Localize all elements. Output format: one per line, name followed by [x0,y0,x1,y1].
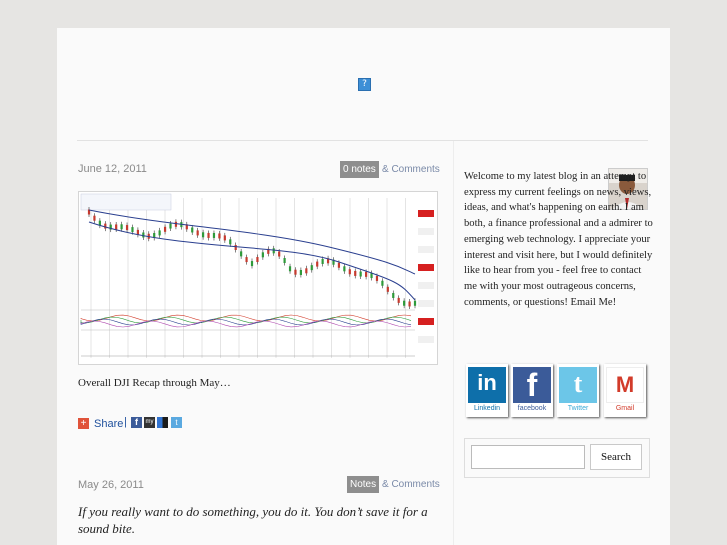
social-label: Twitter [567,405,589,412]
linkedin-icon: in [468,367,506,403]
chart-candle [163,226,167,232]
chart-candle [223,235,226,241]
author-bio: Welcome to my latest blog in an attempt … [464,169,654,310]
chart-candle [218,233,221,239]
chart-candle [131,227,134,233]
chart-candle [250,261,254,267]
myspace-share-icon[interactable]: my [144,417,155,428]
chart-candle [245,257,248,263]
chart-candle [142,232,145,238]
chart-candle [413,300,417,306]
share-plus-icon[interactable]: + [78,418,89,429]
chart-candle [381,280,384,286]
search-input[interactable] [471,445,585,469]
search-button[interactable]: Search [590,444,642,470]
chart-candle [104,223,107,229]
chart-price-tag [418,282,434,289]
chart-candle [202,232,205,238]
chart-candle [316,261,319,267]
chart-legend-box [80,193,172,211]
chart-candle [283,257,286,263]
chart-candle [115,224,118,230]
twitter-icon: t [559,367,597,403]
chart-candle [337,262,341,268]
chart-candle [359,271,362,277]
facebook-share-icon[interactable]: f [131,417,142,428]
gmail-badge[interactable]: M Gmail [604,364,646,417]
comments-link[interactable]: & Comments [382,164,440,175]
chart-candle [229,239,232,245]
chart-price-tag [418,336,434,343]
chart-candle [125,225,129,231]
chart-candle [310,265,313,271]
chart-price-tag [418,228,434,235]
chart-candle [169,223,172,229]
comments-link[interactable]: & Comments [382,479,440,490]
post-date: June 12, 2011 [78,163,147,175]
social-label: facebook [517,405,547,412]
chart-candle [386,286,389,292]
share-link[interactable]: Share [94,418,123,430]
chart-candle [256,257,259,263]
chart-candle [397,297,400,303]
facebook-badge[interactable]: f facebook [511,364,553,417]
chart-price-tag [418,210,434,217]
chart-candle [343,266,346,272]
twitter-badge[interactable]: t Twitter [557,364,599,417]
chart-candle [212,232,216,238]
bio-text: Welcome to my latest blog in an attempt … [464,171,653,308]
post-chart-image[interactable] [78,191,438,365]
social-label: Linkedin [473,405,501,412]
chart-candle [305,268,308,274]
chart-candle [403,300,406,306]
header-divider [77,140,648,141]
stock-chart-graphic [79,192,437,364]
chart-candle [392,292,395,298]
column-divider [453,141,454,545]
chart-candle [294,269,297,275]
chart-candle [196,230,199,236]
chart-price-tag [418,264,434,271]
chart-candle [408,301,411,307]
chart-candle [321,258,324,264]
gmail-icon: M [606,367,644,403]
chart-candle [354,270,357,276]
chart-candle [240,251,243,257]
chart-candle [288,266,292,272]
chart-price-tag [418,246,434,253]
chart-candle [348,269,351,275]
delicious-share-icon[interactable] [157,417,168,428]
chart-candle [365,271,368,277]
chart-candle [272,248,275,254]
chart-candle [93,215,96,221]
chart-candle [207,232,210,238]
broken-image-icon: ? [358,78,371,91]
post-quote: If you really want to do something, you … [78,504,428,536]
chart-candle [174,221,178,227]
chart-candle [278,251,281,257]
chart-candle [375,275,379,281]
chart-price-tag [418,318,434,325]
post-caption: Overall DJI Recap through May… [78,377,231,389]
page-container: ? June 12, 2011 0 notes & Comments Overa… [57,28,670,545]
share-separator: | [124,416,127,428]
chart-candle [191,227,194,233]
post-date: May 26, 2011 [78,479,144,491]
chart-candle [299,269,302,275]
chart-candle [158,230,161,236]
chart-candle [261,252,264,258]
chart-candle [234,245,237,251]
chart-candle [120,224,123,230]
notes-badge[interactable]: Notes [347,476,380,493]
chart-price-tag [418,300,434,307]
twitter-share-icon[interactable]: t [171,417,182,428]
social-label: Gmail [615,405,635,412]
notes-badge[interactable]: 0 notes [340,161,379,178]
facebook-icon: f [513,367,551,403]
linkedin-badge[interactable]: in Linkedin [466,364,508,417]
search-widget: Search [464,438,650,478]
